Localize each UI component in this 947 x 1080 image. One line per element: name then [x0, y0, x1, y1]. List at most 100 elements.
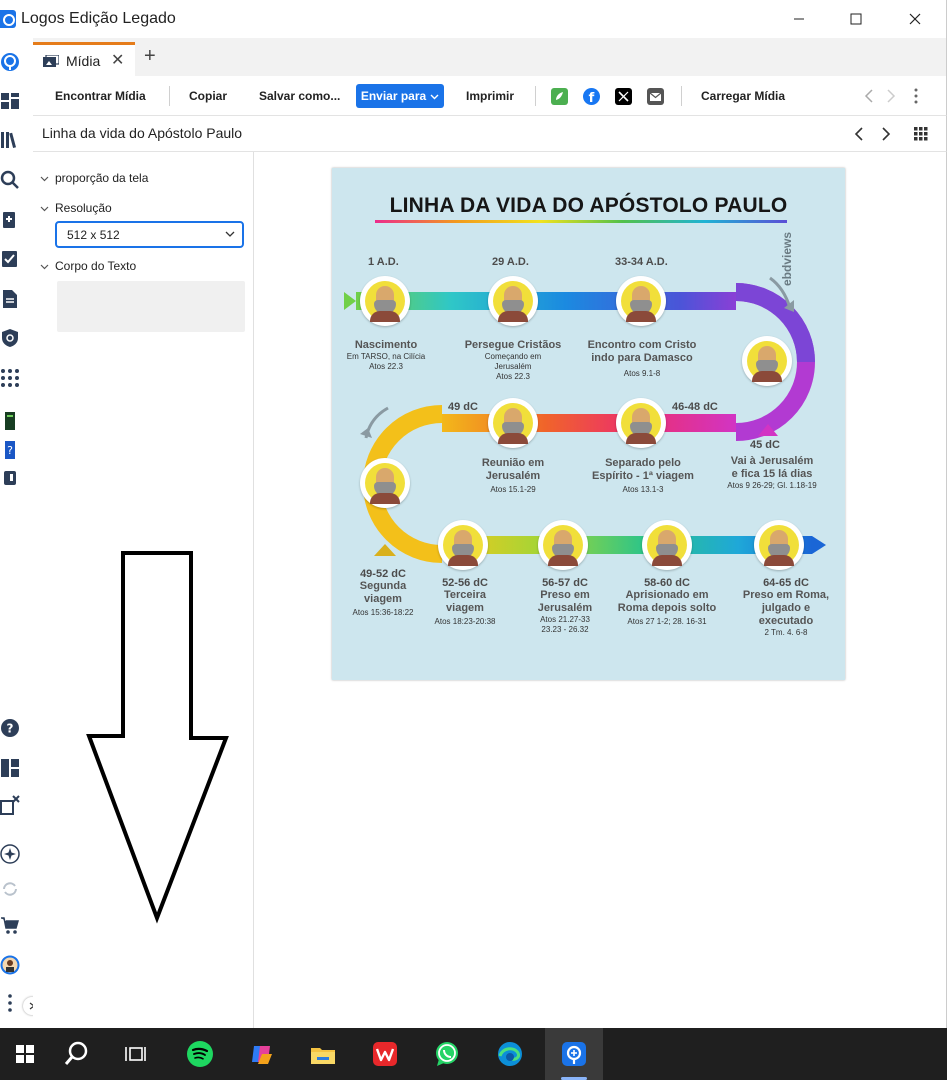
- search-icon[interactable]: [52, 1028, 102, 1080]
- add-tab-icon[interactable]: +: [144, 46, 156, 66]
- resolution-section[interactable]: Resolução: [40, 201, 112, 215]
- book-cover-icon[interactable]: [0, 411, 20, 431]
- body-text-label: Corpo do Texto: [55, 259, 137, 273]
- event-label: 58-60 dC Aprisionado em Roma depois solt…: [617, 577, 717, 626]
- ai-sparkle-icon[interactable]: [0, 844, 20, 864]
- task-view-icon[interactable]: [110, 1028, 160, 1080]
- media-toolbar: Encontrar Mídia Copiar Salvar como... En…: [33, 76, 947, 116]
- minimize-icon: [794, 18, 804, 20]
- minimize-button[interactable]: [769, 0, 829, 38]
- page-title: Linha da vida do Apóstolo Paulo: [42, 125, 243, 141]
- search-icon[interactable]: [0, 170, 20, 190]
- library-icon[interactable]: [0, 130, 20, 150]
- reading-plan-icon[interactable]: [0, 249, 20, 269]
- find-media-button[interactable]: Encontrar Mídia: [55, 89, 146, 103]
- document-icon[interactable]: [0, 289, 20, 309]
- svg-text:?: ?: [7, 444, 13, 457]
- chevron-down-icon: [430, 94, 439, 99]
- logos-app-icon: [0, 10, 16, 28]
- event-label: 49-52 dC Segunda viagem Atos 15:36-18:22: [352, 568, 414, 617]
- timeline-infographic[interactable]: LINHA DA VIDA DO APÓSTOLO PAULO ebdviews…: [332, 168, 845, 680]
- event-year: 49 dC: [448, 401, 478, 413]
- send-to-button[interactable]: Enviar para: [356, 84, 444, 108]
- close-panels-icon[interactable]: [0, 795, 20, 815]
- save-as-button[interactable]: Salvar como...: [259, 89, 340, 103]
- x-twitter-icon[interactable]: [615, 88, 632, 105]
- toolbar-divider: [681, 86, 682, 106]
- logos-home-icon[interactable]: [0, 52, 20, 72]
- toolbar-next-icon[interactable]: [885, 89, 897, 103]
- event-year: 45 dC: [750, 439, 780, 451]
- copilot-icon[interactable]: [237, 1028, 287, 1080]
- brand-watermark: ebdviews: [780, 231, 794, 286]
- paul-portrait: [642, 520, 692, 570]
- chevron-down-icon: [225, 231, 235, 237]
- maximize-button[interactable]: [826, 0, 886, 38]
- help-icon[interactable]: ?: [0, 718, 20, 738]
- file-explorer-icon[interactable]: [298, 1028, 348, 1080]
- event-label: Persegue Cristãos Começando em Jerusalém…: [464, 339, 562, 381]
- tab-media-label: Mídia: [66, 53, 101, 69]
- svg-text:f: f: [589, 91, 595, 105]
- resolution-value: 512 x 512: [67, 228, 120, 242]
- sync-icon[interactable]: [0, 879, 20, 899]
- edge-icon[interactable]: [485, 1028, 535, 1080]
- tab-strip: Mídia ✕ +: [33, 38, 947, 76]
- bookmark-book-icon[interactable]: [0, 468, 20, 488]
- event-year: 33-34 A.D.: [615, 256, 668, 268]
- title-bar: Logos Edição Legado: [0, 0, 947, 38]
- chevron-down-icon: [40, 206, 49, 211]
- question-book-icon[interactable]: ?: [0, 440, 20, 460]
- logos-icon[interactable]: [545, 1028, 603, 1080]
- breadcrumb: Linha da vida do Apóstolo Paulo: [33, 116, 947, 152]
- paul-portrait: [360, 458, 410, 508]
- next-icon[interactable]: [880, 126, 892, 142]
- user-avatar-icon[interactable]: [0, 955, 20, 975]
- chevron-down-icon: [40, 264, 49, 269]
- wps-office-icon[interactable]: [360, 1028, 410, 1080]
- notes-icon[interactable]: [0, 210, 20, 230]
- share-faithlife-icon[interactable]: [551, 88, 568, 105]
- paul-portrait: [360, 276, 410, 326]
- body-text-section[interactable]: Corpo do Texto: [40, 259, 136, 273]
- tab-media[interactable]: Mídia ✕: [33, 42, 135, 76]
- event-label: 52-56 dC Terceira viagem Atos 18:23-20:3…: [434, 577, 496, 626]
- resolution-select[interactable]: 512 x 512: [55, 221, 244, 248]
- print-button[interactable]: Imprimir: [466, 89, 514, 103]
- apps-grid-icon[interactable]: [0, 368, 20, 388]
- body-text-input[interactable]: [57, 281, 245, 332]
- window-title: Logos Edição Legado: [21, 10, 176, 27]
- facebook-icon[interactable]: f: [583, 88, 600, 106]
- paul-portrait: [754, 520, 804, 570]
- left-rail: ? ?: [0, 38, 41, 1028]
- close-icon: [909, 13, 921, 25]
- whatsapp-icon[interactable]: [422, 1028, 472, 1080]
- cart-icon[interactable]: [0, 915, 20, 935]
- infographic-title: LINHA DA VIDA DO APÓSTOLO PAULO: [389, 194, 788, 217]
- spotify-icon[interactable]: [175, 1028, 225, 1080]
- paul-portrait: [616, 398, 666, 448]
- paul-portrait: [616, 276, 666, 326]
- copy-button[interactable]: Copiar: [189, 89, 227, 103]
- tab-close-icon[interactable]: ✕: [111, 50, 124, 70]
- email-icon[interactable]: [647, 88, 664, 105]
- windows-start-icon[interactable]: [0, 1028, 50, 1080]
- event-year: 1 A.D.: [368, 256, 399, 268]
- close-button[interactable]: [885, 0, 945, 38]
- toolbar-more-icon[interactable]: [913, 88, 919, 104]
- layouts-icon[interactable]: [0, 758, 20, 778]
- dashboard-icon[interactable]: [0, 91, 20, 111]
- paul-portrait: [538, 520, 588, 570]
- toolbar-divider: [535, 86, 536, 106]
- event-label: Nascimento Em TARSO, na Cilícia Atos 22.…: [346, 339, 426, 371]
- more-vertical-icon[interactable]: [0, 993, 20, 1013]
- load-media-button[interactable]: Carregar Mídia: [701, 89, 785, 103]
- svg-text:?: ?: [7, 722, 14, 736]
- shield-icon[interactable]: [0, 328, 20, 348]
- event-label: Reunião em Jerusalém Atos 15.1-29: [481, 457, 545, 494]
- toolbar-divider: [169, 86, 170, 106]
- previous-icon[interactable]: [853, 126, 865, 142]
- toolbar-prev-icon[interactable]: [863, 89, 875, 103]
- aspect-ratio-section[interactable]: proporção da tela: [40, 171, 148, 185]
- grid-view-icon[interactable]: [914, 127, 928, 141]
